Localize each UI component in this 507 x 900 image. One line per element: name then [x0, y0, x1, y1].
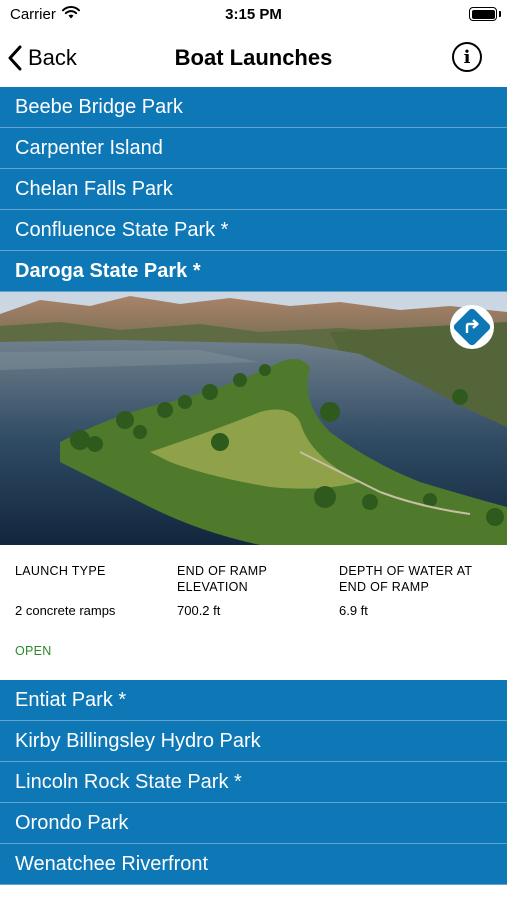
status-time: 3:15 PM	[225, 6, 282, 23]
list-item[interactable]: Confluence State Park *	[0, 210, 507, 251]
launch-type-value: 2 concrete ramps	[15, 603, 116, 618]
water-depth-column: DEPTH OF WATER AT END OF RAMP 6.9 ft	[339, 563, 489, 618]
boat-launch-list: Beebe Bridge Park Carpenter Island Chela…	[0, 87, 507, 885]
list-item[interactable]: Lincoln Rock State Park *	[0, 762, 507, 803]
list-item-label: Wenatchee Riverfront	[15, 853, 209, 875]
list-item-label: Chelan Falls Park	[15, 178, 173, 200]
launch-detail: LAUNCH TYPE 2 concrete ramps END OF RAMP…	[0, 292, 507, 680]
list-item[interactable]: Entiat Park *	[0, 680, 507, 721]
list-item-label: Orondo Park	[15, 812, 129, 834]
list-item[interactable]: Wenatchee Riverfront	[0, 844, 507, 885]
status-badge: OPEN	[15, 644, 52, 658]
park-photo	[0, 292, 507, 545]
list-item-label: Lincoln Rock State Park *	[15, 771, 242, 793]
list-item-label: Daroga State Park *	[15, 260, 201, 282]
launch-type-label: LAUNCH TYPE	[15, 564, 106, 578]
list-item-label: Carpenter Island	[15, 137, 163, 159]
list-item[interactable]: Carpenter Island	[0, 128, 507, 169]
list-item-selected[interactable]: Daroga State Park *	[0, 251, 507, 292]
list-item[interactable]: Orondo Park	[0, 803, 507, 844]
water-depth-label: DEPTH OF WATER AT END OF RAMP	[339, 564, 473, 594]
launch-type-column: LAUNCH TYPE 2 concrete ramps	[15, 563, 165, 618]
directions-icon	[453, 308, 491, 346]
list-item[interactable]: Beebe Bridge Park	[0, 87, 507, 128]
launch-info: LAUNCH TYPE 2 concrete ramps END OF RAMP…	[0, 545, 507, 680]
ramp-elevation-value: 700.2 ft	[177, 603, 221, 618]
battery-icon	[469, 7, 501, 21]
navigation-bar: Back Boat Launches i	[0, 30, 507, 87]
ramp-elevation-column: END OF RAMP ELEVATION 700.2 ft	[177, 563, 327, 618]
list-item-label: Entiat Park *	[15, 689, 127, 711]
list-item-label: Confluence State Park *	[15, 219, 229, 241]
list-item[interactable]: Chelan Falls Park	[0, 169, 507, 210]
water-depth-value: 6.9 ft	[339, 603, 368, 618]
list-item[interactable]: Kirby Billingsley Hydro Park	[0, 721, 507, 762]
info-glyph: i	[463, 46, 471, 68]
directions-button[interactable]	[450, 305, 494, 349]
ramp-elevation-label: END OF RAMP ELEVATION	[177, 564, 267, 594]
list-item-label: Kirby Billingsley Hydro Park	[15, 730, 261, 752]
list-item-label: Beebe Bridge Park	[15, 96, 183, 118]
info-icon[interactable]: i	[452, 42, 482, 72]
page-title: Boat Launches	[174, 45, 333, 70]
status-bar: Carrier 3:15 PM	[0, 0, 507, 30]
